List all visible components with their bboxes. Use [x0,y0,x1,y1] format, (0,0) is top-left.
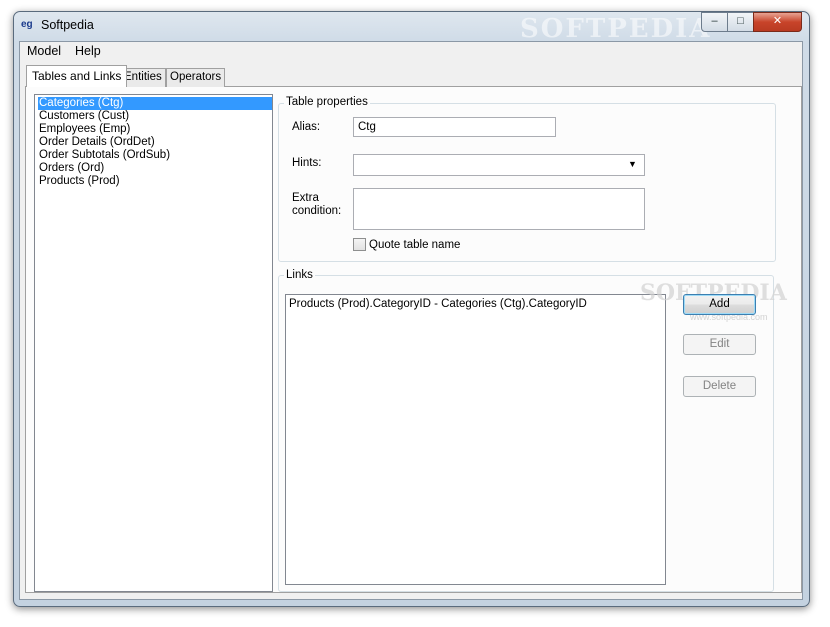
hints-dropdown[interactable] [353,154,645,176]
edit-link-button[interactable]: Edit [683,334,756,355]
delete-link-button[interactable]: Delete [683,376,756,397]
alias-input[interactable]: Ctg [353,117,556,137]
link-row[interactable]: Products (Prod).CategoryID - Categories … [289,298,587,310]
app-icon: eg [21,19,33,30]
table-list-item[interactable]: Order Subtotals (OrdSub) [38,149,272,162]
softpedia-watermark: SOFTPEDIA [520,14,712,44]
extra-condition-label-line1: Extra [292,192,319,204]
hints-label: Hints: [292,157,322,169]
menu-model[interactable]: Model [27,44,61,58]
table-list-item[interactable]: Categories (Ctg) [38,97,272,110]
table-list-item[interactable]: Orders (Ord) [38,162,272,175]
tables-listbox[interactable]: Categories (Ctg) Customers (Cust) Employee… [34,94,273,592]
table-properties-title: Table properties [284,96,370,108]
maximize-button[interactable]: □ [727,12,754,32]
alias-label: Alias: [292,121,321,133]
tab-operators[interactable]: Operators [166,68,226,87]
table-list-item[interactable]: Order Details (OrdDet) [38,136,272,149]
quote-table-name-label[interactable]: Quote table name [369,239,460,251]
menu-help[interactable]: Help [75,44,101,58]
extra-condition-input[interactable] [353,188,645,230]
chevron-down-icon[interactable]: ▼ [628,159,637,169]
tab-tables-and-links[interactable]: Tables and Links [26,65,128,87]
window-title: Softpedia [41,18,94,32]
add-link-button[interactable]: Add [683,294,756,315]
close-button[interactable]: ✕ [753,12,802,32]
links-listbox[interactable] [285,294,666,585]
links-title: Links [284,269,315,281]
table-list-item[interactable]: Employees (Emp) [38,123,272,136]
quote-table-name-checkbox[interactable] [353,238,366,251]
table-list-item[interactable]: Customers (Cust) [38,110,272,123]
minimize-button[interactable]: – [701,12,728,32]
extra-condition-label-line2: condition: [292,205,342,217]
menu-bar [20,42,802,61]
table-list-item[interactable]: Products (Prod) [38,175,272,188]
